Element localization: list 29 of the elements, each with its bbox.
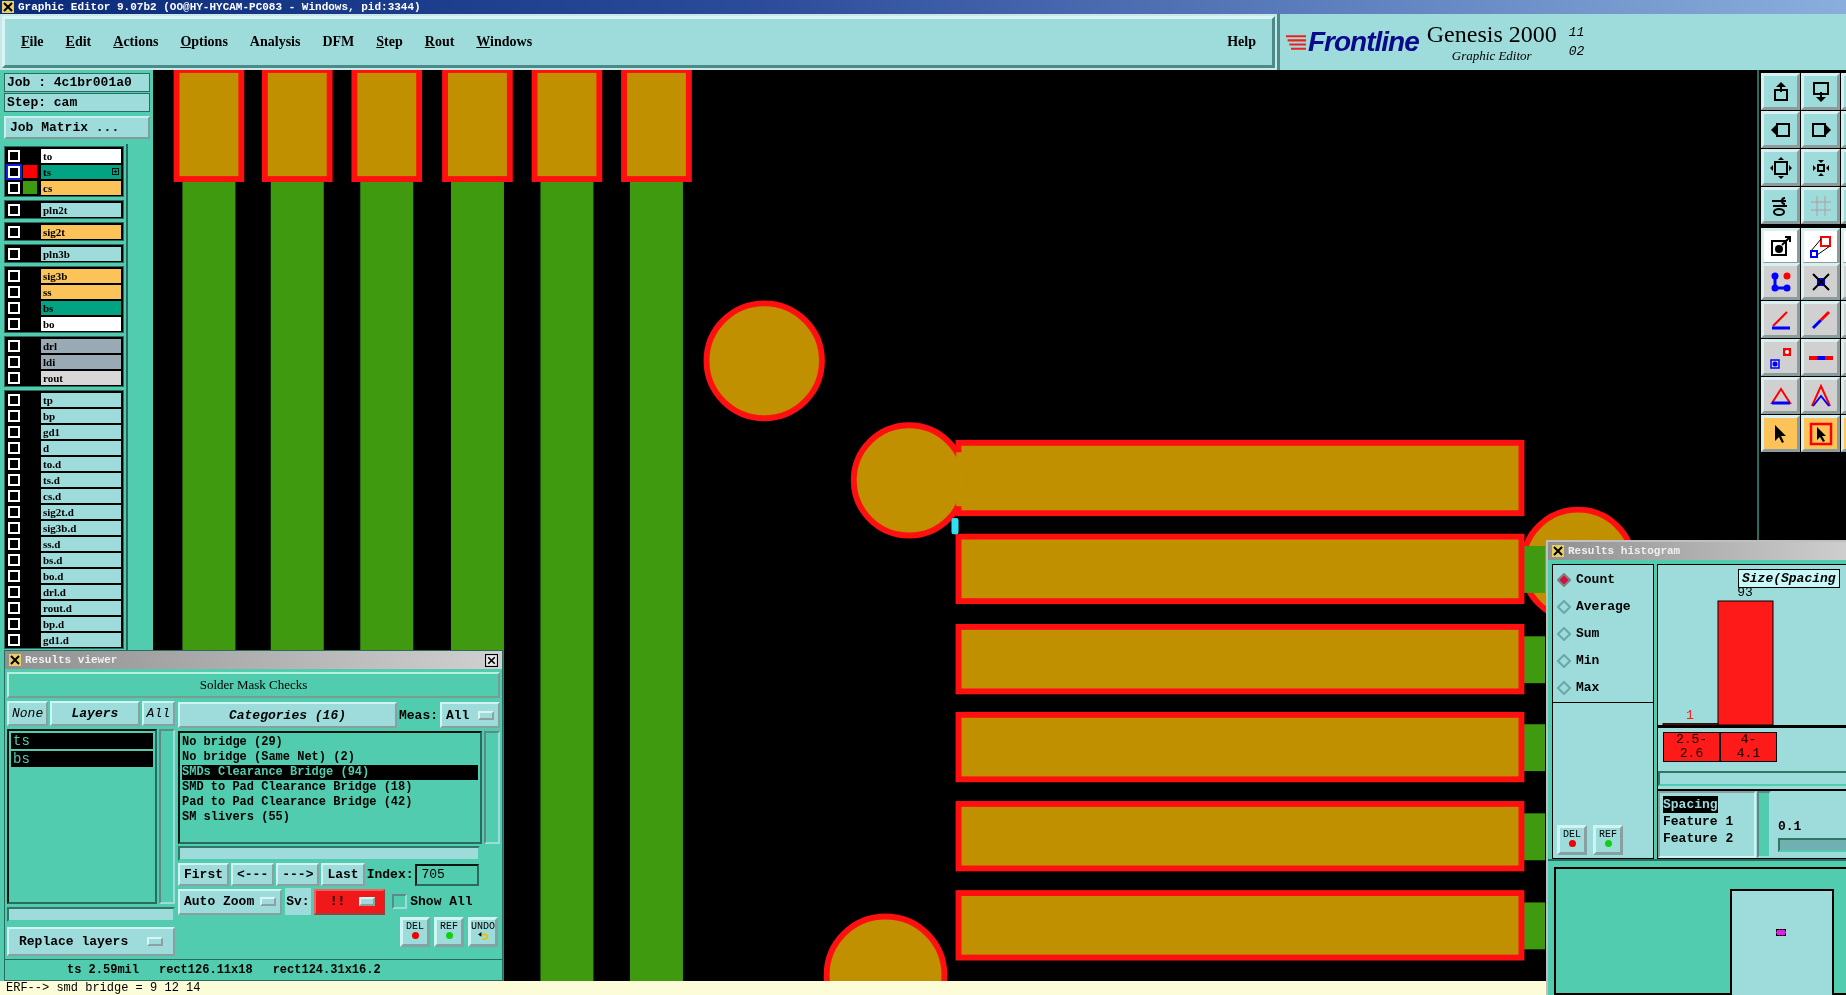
radio-label: Min	[1576, 653, 1600, 668]
product-name: Genesis 2000	[1426, 20, 1557, 48]
sv-label: Sv:	[285, 888, 311, 915]
message-line: ERF--> smd bridge = 9 12 14	[6, 981, 201, 995]
status-text: rect126.11x18	[159, 963, 253, 977]
logo: Frontline	[1308, 26, 1419, 58]
radio-label: Sum	[1576, 626, 1600, 641]
status-text: ts 2.59mil	[67, 963, 139, 977]
bin-label: 4- 4.1	[1720, 732, 1777, 762]
radio-label: Max	[1576, 680, 1600, 695]
show-all-label: Show All	[410, 894, 473, 909]
index-label: Index:	[366, 867, 414, 882]
status-text: rect124.31x16.2	[272, 963, 381, 977]
chart-title: Size(Spacing	[1738, 569, 1840, 588]
window-title: Results histogram	[1568, 545, 1681, 557]
bin-label: 2.5- 2.6	[1663, 732, 1720, 762]
job-label: Job : 4c1br001a0	[4, 73, 150, 92]
radio-label: Average	[1576, 599, 1631, 614]
date-text: 02	[1568, 44, 1585, 59]
window-title: Results viewer	[25, 654, 118, 666]
meas-label: Meas:	[399, 707, 438, 723]
radio-label: Count	[1576, 572, 1615, 587]
step-value: 0.1	[1778, 819, 1803, 834]
product-subtitle: Graphic Editor	[1451, 47, 1532, 64]
step-label: Step: cam	[4, 93, 150, 112]
panel-header: Solder Mask Checks	[7, 672, 500, 698]
window-title: Graphic Editor 9.07b2 (OO@HY-HYCAM-PC083 - Windows, pid:3344)	[18, 1, 421, 13]
data-label: 1	[1686, 707, 1694, 723]
date-text: 11	[1568, 25, 1585, 40]
